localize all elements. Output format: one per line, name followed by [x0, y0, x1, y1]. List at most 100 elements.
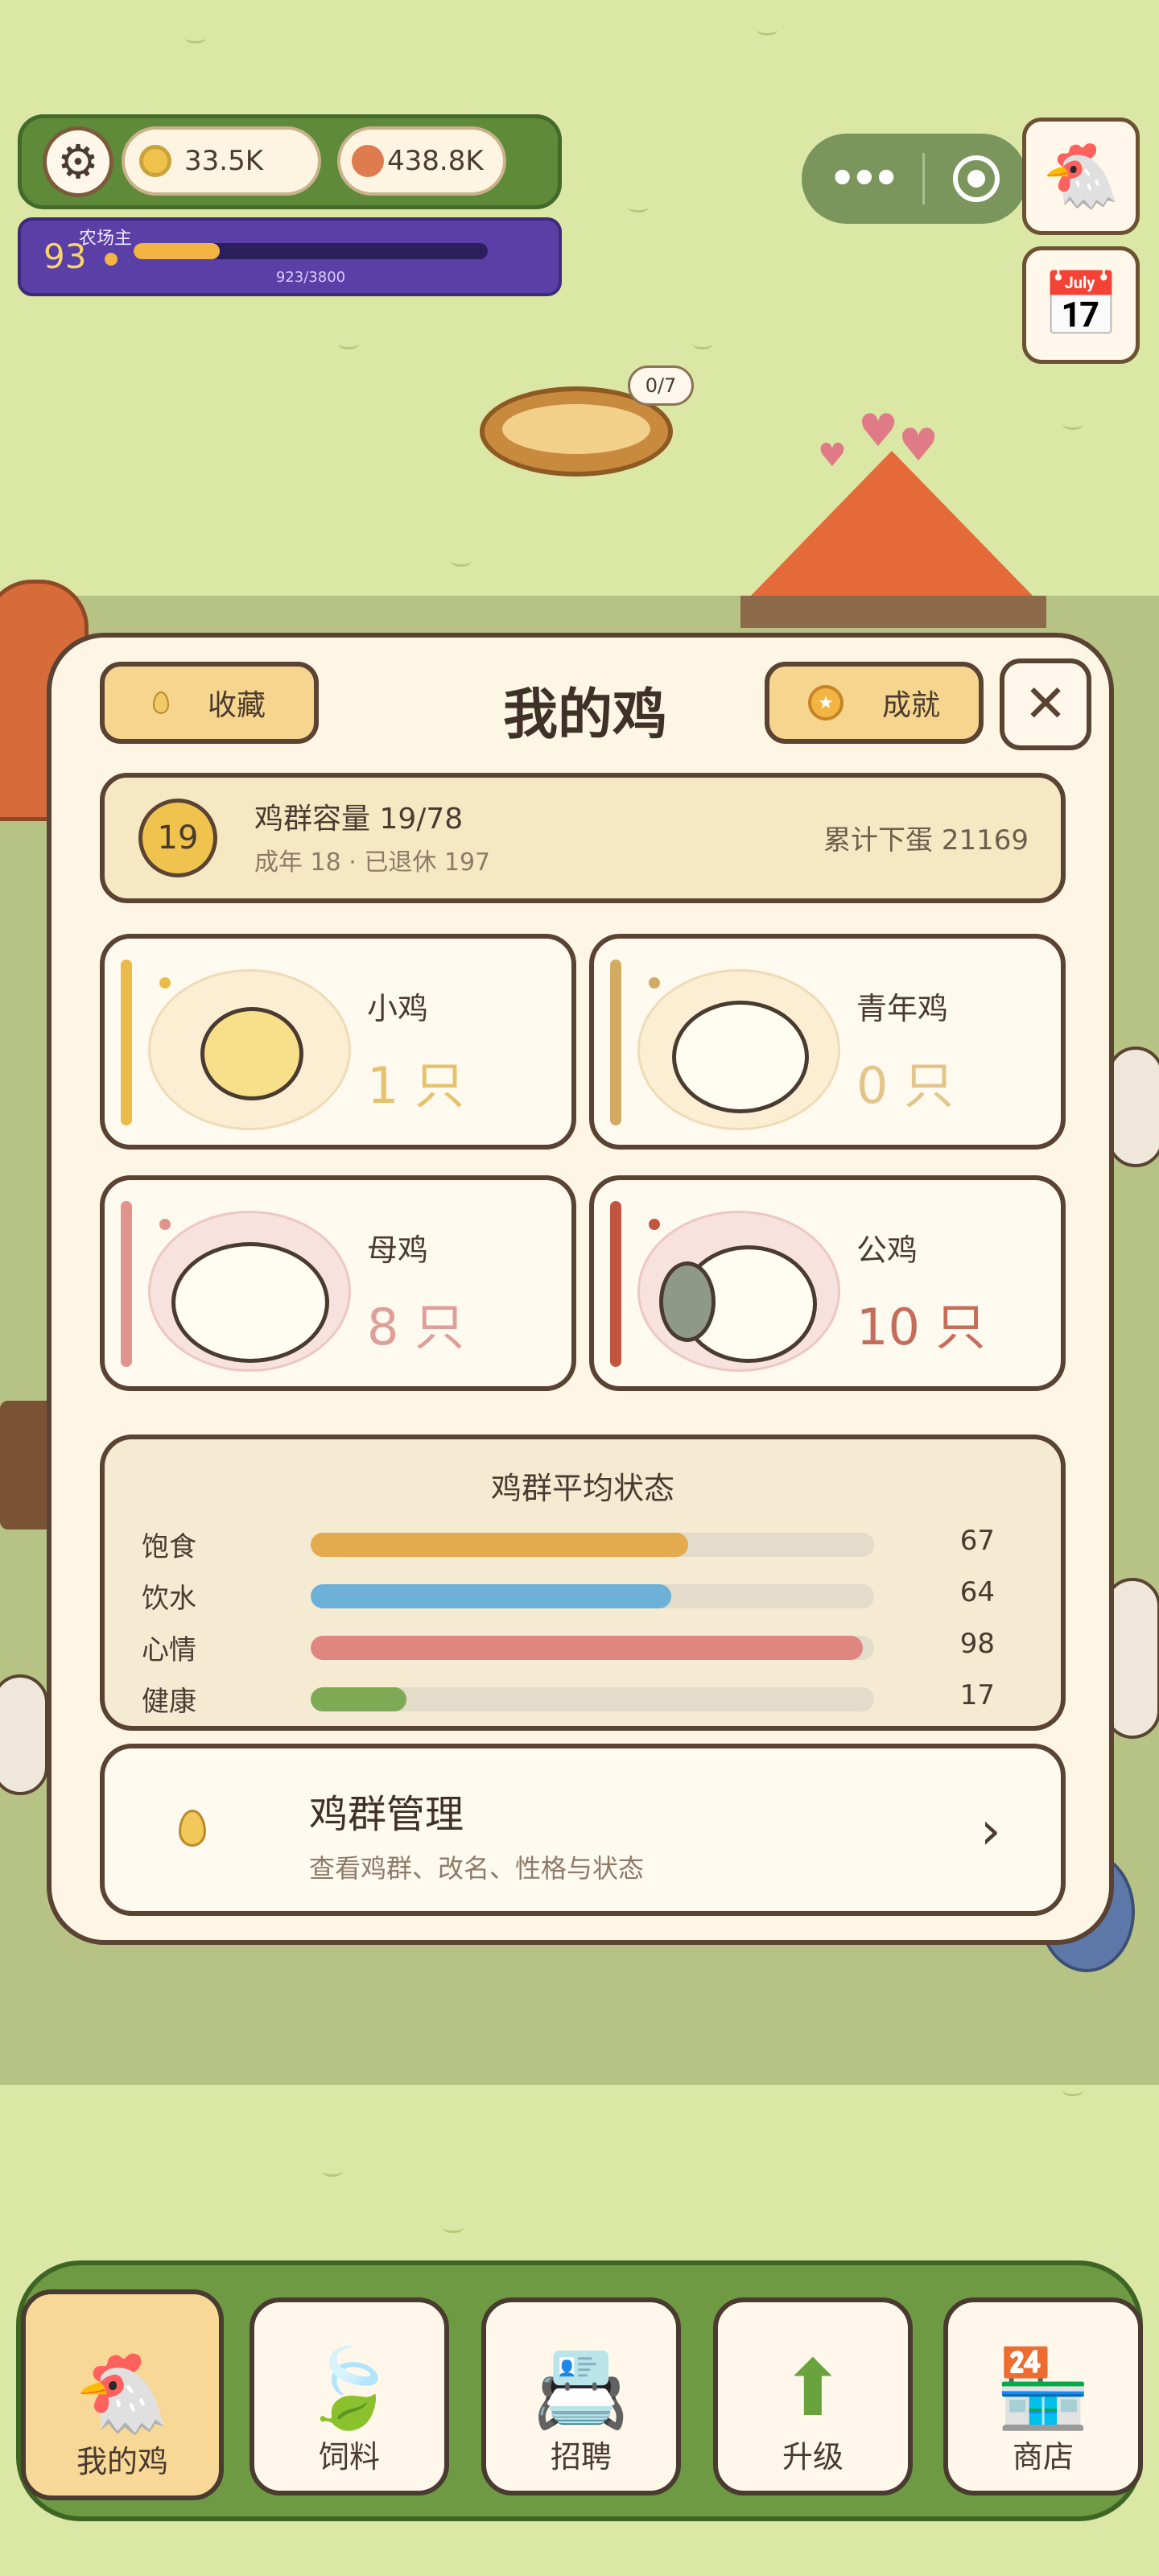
stats-title: 鸡群平均状态	[490, 1471, 674, 1506]
stat-value: 98	[959, 1628, 995, 1660]
close-icon[interactable]: ✕	[1000, 658, 1091, 750]
category-accent-stripe	[610, 1201, 621, 1367]
flock-management-button[interactable]: 鸡群管理 查看鸡群、改名、性格与状态 ›	[100, 1744, 1066, 1916]
category-count: 10 只	[856, 1298, 986, 1356]
resource-bar: ⚙ 33.5K 438.8K	[18, 114, 562, 209]
nest-straw	[502, 404, 650, 454]
id-badge-icon: 📇	[533, 2343, 629, 2434]
stat-fill	[311, 1687, 406, 1711]
calendar-checkin-icon[interactable]: 📅	[1022, 246, 1140, 364]
nest-egg-count: 0/7	[628, 365, 694, 406]
management-subtitle: 查看鸡群、改名、性格与状态	[309, 1853, 645, 1884]
category-name: 小鸡	[367, 991, 429, 1026]
category-accent-dot	[649, 1219, 660, 1230]
nav-feed[interactable]: 🍃 饲料	[250, 2297, 449, 2496]
coin-counter[interactable]: 33.5K	[122, 126, 321, 196]
chick-icon	[200, 1007, 303, 1100]
rooster-portrait	[637, 1211, 840, 1372]
chick-category-card[interactable]: 小鸡 1 只	[100, 934, 576, 1150]
pullet-portrait	[637, 969, 840, 1130]
category-count: 1 只	[367, 1056, 465, 1115]
settings-gear-icon[interactable]: ⚙	[43, 126, 113, 197]
level-bar[interactable]: 93 农场主 923/3800	[18, 217, 562, 296]
nav-my-chickens[interactable]: 🐔 我的鸡	[21, 2289, 224, 2500]
hen-category-card[interactable]: 母鸡 8 只	[100, 1175, 576, 1391]
flock-average-status: 鸡群平均状态 饱食 67 饮水 64 心情 98 健康 17	[100, 1435, 1066, 1731]
stat-track	[311, 1533, 874, 1557]
seed-amount: 438.8K	[387, 145, 484, 177]
mail-chicken-icon[interactable]: 🐔	[1022, 118, 1140, 235]
nav-recruit[interactable]: 📇 招聘	[481, 2297, 681, 2496]
heart-icon: ♥	[818, 437, 847, 474]
up-arrow-icon: ⬆	[780, 2343, 846, 2434]
xp-progress-text: 923/3800	[275, 269, 346, 286]
farmhand-character[interactable]	[1107, 1046, 1159, 1167]
category-accent-dot	[159, 1219, 171, 1230]
stat-label: 饱食	[142, 1531, 196, 1563]
star-icon: ★	[807, 685, 843, 720]
nav-label: 招聘	[550, 2439, 612, 2475]
chevron-right-icon: ›	[980, 1802, 1001, 1861]
chicken-icon: 🐔	[74, 2348, 171, 2438]
category-accent-dot	[159, 977, 171, 989]
stat-value: 67	[959, 1525, 995, 1557]
hen-portrait	[148, 1211, 351, 1372]
rooster-tail	[659, 1261, 716, 1342]
stat-fill	[311, 1636, 863, 1660]
capsule-divider	[922, 153, 926, 204]
heart-icon: ♥	[898, 419, 939, 472]
grass-tuft	[1062, 419, 1083, 430]
leaf-icon: 🍃	[301, 2343, 398, 2434]
category-name: 公鸡	[856, 1232, 918, 1268]
grass-tuft	[443, 2222, 464, 2233]
more-options-icon[interactable]: •••	[829, 158, 900, 200]
shop-icon: 🏪	[995, 2343, 1091, 2434]
category-accent-stripe	[121, 960, 132, 1125]
category-name: 母鸡	[367, 1232, 429, 1268]
grass-tuft	[692, 338, 713, 349]
category-name: 青年鸡	[856, 991, 949, 1026]
management-title: 鸡群管理	[309, 1792, 464, 1837]
nav-upgrade[interactable]: ⬆ 升级	[713, 2297, 913, 2496]
flock-count-badge: 19	[138, 799, 217, 877]
player-title: 农场主	[79, 229, 133, 249]
close-miniprogram-icon[interactable]	[953, 155, 1000, 202]
rooster-category-card[interactable]: 公鸡 10 只	[589, 1175, 1066, 1391]
nav-label: 商店	[1012, 2439, 1074, 2475]
stat-row-mood: 心情 98	[142, 1628, 1043, 1666]
stat-track	[311, 1584, 874, 1608]
stat-track	[311, 1636, 874, 1660]
flock-capacity-card: 19 鸡群容量 19/78 成年 18 · 已退休 197 累计下蛋 21169	[100, 773, 1066, 903]
stat-fill	[311, 1584, 671, 1608]
stat-value: 64	[959, 1576, 995, 1608]
stat-row-health: 健康 17	[142, 1679, 1043, 1718]
coin-amount: 33.5K	[184, 145, 263, 177]
total-eggs-laid: 累计下蛋 21169	[823, 824, 1029, 857]
level-dot-icon	[105, 253, 118, 266]
nav-label: 饲料	[318, 2439, 380, 2475]
seed-counter[interactable]: 438.8K	[337, 126, 506, 196]
nav-shop[interactable]: 🏪 商店	[943, 2297, 1143, 2496]
farmhand-character[interactable]	[0, 1674, 48, 1795]
flock-capacity-title: 鸡群容量 19/78	[254, 803, 464, 836]
grass-tuft	[338, 338, 359, 349]
stat-row-satiety: 饱食 67	[142, 1525, 1043, 1563]
pullet-category-card[interactable]: 青年鸡 0 只	[589, 934, 1066, 1150]
category-accent-stripe	[121, 1201, 132, 1367]
young-chicken-icon	[672, 1001, 809, 1113]
category-accent-dot	[649, 977, 660, 989]
grass-tuft	[185, 32, 206, 43]
achievement-label: 成就	[881, 689, 940, 722]
grass-tuft	[1062, 2085, 1083, 2096]
grass-tuft	[451, 555, 472, 567]
stat-label: 健康	[142, 1686, 196, 1718]
stat-value: 17	[959, 1679, 995, 1711]
achievement-button[interactable]: ★ 成就	[765, 662, 984, 744]
stat-row-water: 饮水 64	[142, 1576, 1043, 1615]
category-count: 8 只	[367, 1298, 465, 1356]
stat-track	[311, 1687, 874, 1711]
xp-progress-fill	[134, 243, 220, 259]
category-accent-stripe	[610, 960, 621, 1125]
hen-icon	[171, 1242, 329, 1363]
seed-icon	[352, 145, 384, 177]
